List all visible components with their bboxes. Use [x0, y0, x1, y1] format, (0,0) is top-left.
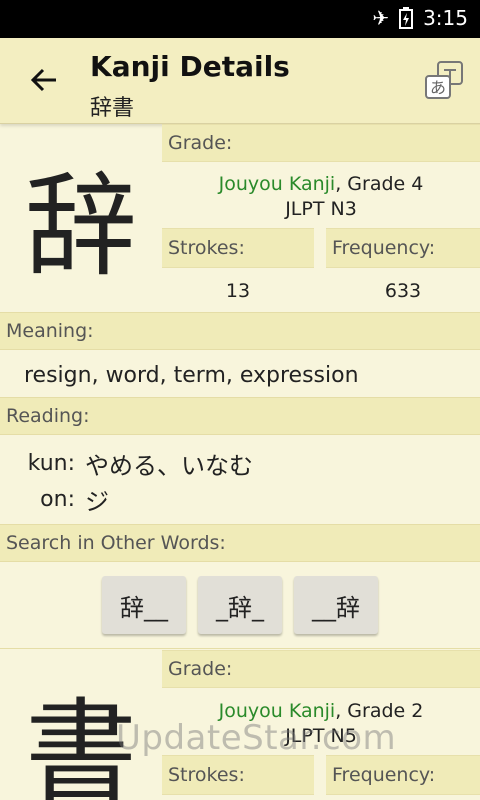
- translate-icon: あ: [425, 61, 463, 99]
- app-bar: Kanji Details 辞書 あ: [0, 38, 480, 124]
- kun-label: kun:: [27, 451, 75, 476]
- meaning-header: Meaning:: [0, 312, 480, 350]
- status-bar: ✈ 3:15: [0, 0, 480, 38]
- kun-reading-row: kun: やめる、いなむ: [0, 446, 253, 481]
- jlpt-level: JLPT N3: [285, 198, 357, 220]
- strokes-value: 13: [225, 280, 251, 302]
- strokes-header-2: Strokes:: [162, 755, 314, 795]
- grade-header: Grade:: [162, 124, 480, 162]
- search-prefix-button[interactable]: 辞__: [102, 576, 186, 634]
- search-header: Search in Other Words:: [0, 524, 480, 562]
- page-title: Kanji Details: [90, 50, 290, 83]
- svg-text:あ: あ: [430, 78, 446, 97]
- grade-text: Jouyou Kanji, Grade 4: [162, 173, 480, 195]
- strokes-header: Strokes:: [162, 228, 314, 268]
- meaning-text: resign, word, term, expression: [24, 363, 359, 388]
- on-label: on:: [40, 487, 75, 512]
- watermark: UpdateStar.com: [116, 718, 397, 758]
- back-button[interactable]: [24, 60, 64, 100]
- jouyou-kanji-link[interactable]: Jouyou Kanji: [219, 173, 336, 195]
- grade-header-2: Grade:: [162, 650, 480, 688]
- airplane-icon: ✈: [372, 6, 390, 30]
- translate-button[interactable]: あ: [424, 60, 466, 102]
- reading-header: Reading:: [0, 397, 480, 435]
- frequency-header: Frequency:: [326, 228, 480, 268]
- search-middle-button[interactable]: _辞_: [198, 576, 282, 634]
- divider: [0, 648, 480, 649]
- on-value: ジ: [85, 488, 109, 516]
- battery-charging-icon: [399, 7, 414, 29]
- page-subtitle: 辞書: [90, 96, 135, 121]
- grade-value: , Grade 4: [335, 173, 424, 195]
- frequency-header-2: Frequency:: [326, 755, 480, 795]
- kun-value: やめる、いなむ: [85, 452, 253, 480]
- status-time: 3:15: [423, 6, 468, 30]
- kanji-character: 辞: [25, 162, 137, 292]
- kanji-details-content[interactable]: 辞 Grade: Jouyou Kanji, Grade 4 JLPT N3 S…: [0, 124, 480, 800]
- search-suffix-button[interactable]: __辞: [294, 576, 378, 634]
- arrow-left-icon: [30, 68, 56, 92]
- frequency-value: 633: [384, 280, 422, 302]
- on-reading-row: on: ジ: [0, 482, 109, 517]
